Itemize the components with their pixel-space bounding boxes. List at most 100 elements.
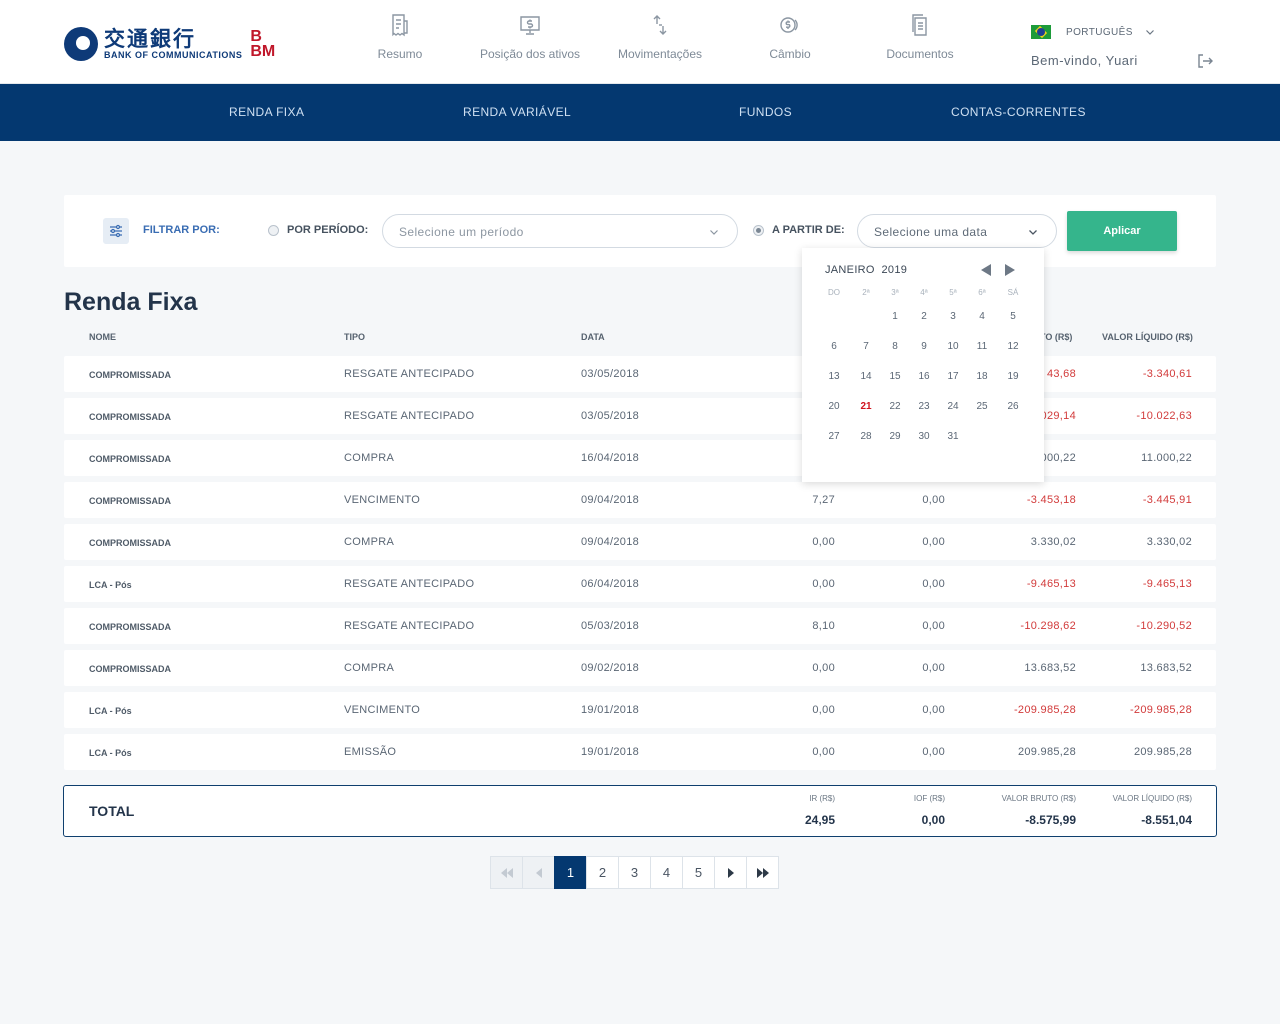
double-chevron-right-icon bbox=[756, 867, 769, 878]
row-ir: 0,00 bbox=[812, 536, 835, 548]
prev-page-button[interactable] bbox=[522, 856, 555, 889]
bank-logo-chinese: 交通銀行 bbox=[104, 25, 196, 51]
topnav-resumo[interactable]: Resumo bbox=[335, 0, 465, 84]
calendar-day[interactable]: 29 bbox=[881, 431, 909, 442]
calendar-day[interactable]: 8 bbox=[881, 341, 909, 352]
logout-icon[interactable] bbox=[1196, 52, 1214, 70]
apply-button[interactable]: Aplicar bbox=[1067, 211, 1177, 251]
calendar-weekday: 4ª bbox=[920, 288, 928, 297]
row-valor-bruto: -9.465,13 bbox=[1026, 578, 1076, 590]
row-ir: 0,00 bbox=[812, 746, 835, 758]
bbm-logo-bottom: BM bbox=[250, 43, 276, 60]
tab-fundos[interactable]: FUNDOS bbox=[739, 84, 792, 141]
calendar-day[interactable]: 24 bbox=[939, 401, 967, 412]
table-row[interactable]: COMPROMISSADA RESGATE ANTECIPADO 05/03/201… bbox=[64, 608, 1216, 644]
column-header-tipo[interactable]: TIPO bbox=[344, 332, 365, 342]
row-type: COMPRA bbox=[344, 536, 395, 548]
calendar-day[interactable]: 1 bbox=[881, 311, 909, 322]
calendar-day[interactable]: 31 bbox=[939, 431, 967, 442]
calendar-day[interactable]: 19 bbox=[999, 371, 1027, 382]
calendar-prev-month-icon[interactable] bbox=[980, 263, 992, 277]
page-button[interactable]: 3 bbox=[618, 856, 651, 889]
calendar-day[interactable]: 10 bbox=[939, 341, 967, 352]
calendar-day[interactable]: 6 bbox=[820, 341, 848, 352]
calendar-day[interactable]: 5 bbox=[999, 311, 1027, 322]
row-iof: 0,00 bbox=[922, 704, 945, 716]
calendar-day[interactable]: 2 bbox=[910, 311, 938, 322]
calendar-day[interactable]: 17 bbox=[939, 371, 967, 382]
calendar-day[interactable]: 20 bbox=[820, 401, 848, 412]
calendar-day[interactable]: 26 bbox=[999, 401, 1027, 412]
double-chevron-left-icon bbox=[500, 867, 513, 878]
table-row[interactable]: COMPROMISSADA COMPRA 09/02/2018 0,00 0,00 13.… bbox=[64, 650, 1216, 686]
table-row[interactable]: LCA - Pós RESGATE ANTECIPADO 06/04/2018 0,0… bbox=[64, 566, 1216, 602]
total-iof-label: IOF (R$) bbox=[913, 794, 945, 803]
column-header-data[interactable]: DATA bbox=[581, 332, 605, 342]
row-name: LCA - Pós bbox=[89, 580, 132, 590]
topnav-cambio[interactable]: Câmbio bbox=[725, 0, 855, 84]
next-page-button[interactable] bbox=[714, 856, 747, 889]
column-header-valor-bruto[interactable]: TO (R$) bbox=[1040, 332, 1072, 342]
calendar-day[interactable]: 18 bbox=[968, 371, 996, 382]
language-selector[interactable]: PORTUGUÊS bbox=[1031, 25, 1155, 39]
table-row[interactable]: COMPROMISSADA COMPRA 09/04/2018 0,00 0,00 3.3… bbox=[64, 524, 1216, 560]
calendar-day[interactable]: 22 bbox=[881, 401, 909, 412]
row-iof: 0,00 bbox=[922, 746, 945, 758]
period-select[interactable]: Selecione um período bbox=[382, 214, 738, 248]
period-radio[interactable] bbox=[268, 225, 279, 236]
topnav-movimentacoes[interactable]: Movimentações bbox=[595, 0, 725, 84]
welcome-text: Bem-vindo, Yuari bbox=[1031, 53, 1138, 68]
calendar-day[interactable]: 14 bbox=[852, 371, 880, 382]
calendar-day[interactable]: 21 bbox=[852, 401, 880, 412]
table-row[interactable]: LCA - Pós EMISSÃO 19/01/2018 0,00 0,00 209.98… bbox=[64, 734, 1216, 770]
calendar-day[interactable]: 23 bbox=[910, 401, 938, 412]
page-button[interactable]: 5 bbox=[682, 856, 715, 889]
calendar-day[interactable]: 16 bbox=[910, 371, 938, 382]
table-row[interactable]: LCA - Pós VENCIMENTO 19/01/2018 0,00 0,00 -20… bbox=[64, 692, 1216, 728]
bank-logo[interactable]: 交通銀行 BANK OF COMMUNICATIONS B BM bbox=[64, 24, 294, 64]
row-valor-liquido: 3.330,02 bbox=[1146, 536, 1192, 548]
column-header-valor-liquido[interactable]: VALOR LÍQUIDO (R$) bbox=[1102, 332, 1193, 342]
calendar-day[interactable]: 3 bbox=[939, 311, 967, 322]
language-label: PORTUGUÊS bbox=[1066, 26, 1133, 38]
column-header-nome[interactable]: NOME bbox=[89, 332, 116, 342]
table-row[interactable]: COMPROMISSADA VENCIMENTO 09/04/2018 7,27 0,0… bbox=[64, 482, 1216, 518]
chevron-down-icon bbox=[1145, 30, 1154, 35]
calendar-day[interactable]: 15 bbox=[881, 371, 909, 382]
calendar-day[interactable]: 13 bbox=[820, 371, 848, 382]
row-iof: 0,00 bbox=[922, 662, 945, 674]
date-select[interactable]: Selecione uma data bbox=[857, 214, 1057, 248]
row-ir: 8,10 bbox=[812, 620, 835, 632]
first-page-button[interactable] bbox=[490, 856, 523, 889]
bank-logo-english: BANK OF COMMUNICATIONS bbox=[104, 49, 243, 60]
row-date: 06/04/2018 bbox=[581, 578, 640, 590]
calendar-day[interactable]: 4 bbox=[968, 311, 996, 322]
topnav-posicao-ativos[interactable]: Posição dos ativos bbox=[465, 0, 595, 84]
bbm-logo: B BM bbox=[250, 29, 276, 60]
calendar-day[interactable]: 27 bbox=[820, 431, 848, 442]
row-type: EMISSÃO bbox=[344, 746, 397, 758]
tab-renda-variavel[interactable]: RENDA VARIÁVEL bbox=[463, 84, 571, 141]
calendar-day[interactable]: 7 bbox=[852, 341, 880, 352]
topnav-label: Câmbio bbox=[769, 47, 811, 61]
calendar-day[interactable]: 11 bbox=[968, 341, 996, 352]
page-button[interactable]: 2 bbox=[586, 856, 619, 889]
last-page-button[interactable] bbox=[746, 856, 779, 889]
topnav-label: Documentos bbox=[886, 47, 954, 61]
tab-renda-fixa[interactable]: RENDA FIXA bbox=[229, 84, 304, 141]
calendar-day[interactable]: 9 bbox=[910, 341, 938, 352]
topnav-documentos[interactable]: Documentos bbox=[855, 0, 985, 84]
row-date: 03/05/2018 bbox=[581, 368, 640, 380]
page-button[interactable]: 1 bbox=[554, 856, 587, 889]
calendar-next-month-icon[interactable] bbox=[1004, 263, 1016, 277]
calendar-day[interactable]: 28 bbox=[852, 431, 880, 442]
page-button[interactable]: 4 bbox=[650, 856, 683, 889]
tab-contas-correntes[interactable]: CONTAS-CORRENTES bbox=[951, 84, 1086, 141]
row-valor-bruto: -209.985,28 bbox=[1013, 704, 1076, 716]
monitor-dollar-icon bbox=[520, 16, 540, 35]
calendar-day[interactable]: 30 bbox=[910, 431, 938, 442]
calendar-day[interactable]: 25 bbox=[968, 401, 996, 412]
row-valor-liquido: -10.022,63 bbox=[1136, 410, 1192, 422]
from-date-radio[interactable] bbox=[753, 225, 764, 236]
calendar-day[interactable]: 12 bbox=[999, 341, 1027, 352]
